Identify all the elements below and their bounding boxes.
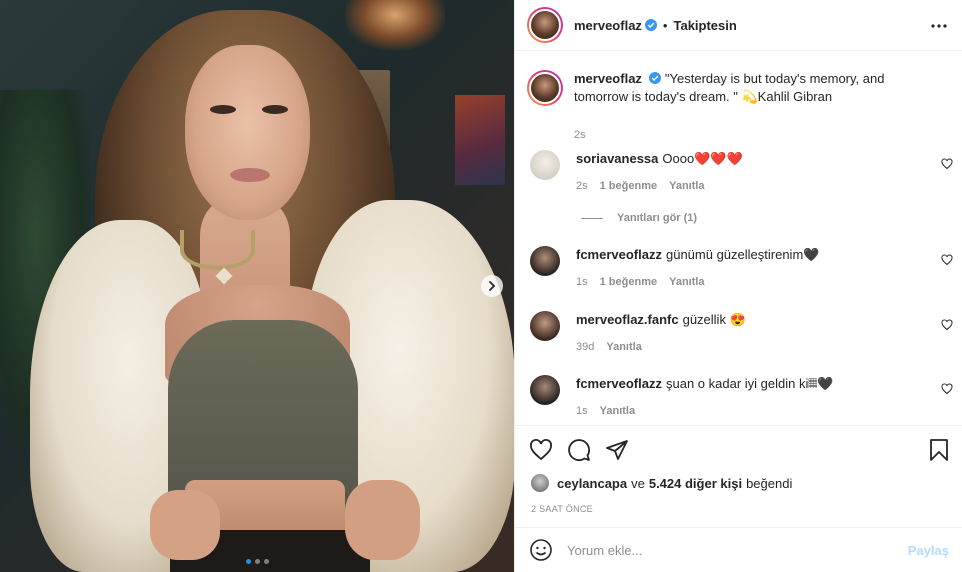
view-replies-label: Yanıtları gör (1): [617, 212, 698, 224]
photo-face: [185, 45, 310, 220]
caption-username[interactable]: merveoflaz: [574, 71, 642, 86]
comment-username[interactable]: fcmerveoflazz: [576, 247, 662, 262]
comment-meta: 1s Yanıtla: [576, 402, 933, 420]
comment-body: merveoflaz.fanfc güzellik 😍 39d Yanıtla: [576, 311, 953, 356]
likes-others[interactable]: 5.424 diğer kişi: [649, 476, 742, 491]
reply-button[interactable]: Yanıtla: [606, 338, 641, 356]
likes-suffix: beğendi: [746, 475, 793, 491]
comment-likes[interactable]: 1 beğenme: [600, 177, 657, 195]
emoji-icon[interactable]: [529, 538, 553, 562]
comment-body: soriavanessa Oooo❤️❤️❤️ 2s 1 beğenme Yanı…: [576, 150, 953, 195]
author-avatar-image: [529, 9, 561, 41]
photo-hand-left: [150, 490, 220, 560]
heart-icon[interactable]: [941, 158, 953, 170]
comment-username[interactable]: soriavanessa: [576, 151, 658, 166]
header-separator: •: [662, 17, 668, 33]
comment: fcmerveoflazz şuan o kadar iyi geldin ki𝄜…: [527, 375, 953, 420]
comment: fcmerveoflazz günümü güzelleştirenim🖤 1s …: [527, 246, 953, 291]
chevron-right-icon: [489, 281, 496, 291]
carousel-dot: [263, 559, 269, 564]
comment: merveoflaz.fanfc güzellik 😍 39d Yanıtla: [527, 311, 953, 356]
more-icon[interactable]: [929, 16, 949, 36]
share-icon[interactable]: [605, 438, 629, 462]
heart-icon[interactable]: [941, 383, 953, 395]
post-header: merveoflaz • Takiptesin: [515, 0, 962, 51]
comment: soriavanessa Oooo❤️❤️❤️ 2s 1 beğenme Yanı…: [527, 150, 953, 195]
comment-username[interactable]: fcmerveoflazz: [576, 376, 662, 391]
comment-text: Oooo❤️❤️❤️: [662, 151, 743, 166]
photo-lips: [230, 168, 270, 182]
photo-eye-right: [262, 105, 288, 114]
action-icons: [529, 438, 629, 462]
comment-body: fcmerveoflazz günümü güzelleştirenim🖤 1s …: [576, 246, 953, 291]
comment-body: fcmerveoflazz şuan o kadar iyi geldin ki𝄜…: [576, 375, 953, 420]
liker-username[interactable]: ceylancapa: [557, 476, 627, 491]
reply-button[interactable]: Yanıtla: [669, 177, 704, 195]
verified-icon: [644, 19, 657, 31]
comment-time[interactable]: 1s: [576, 402, 588, 420]
carousel-dot: [254, 559, 260, 564]
post-photo[interactable]: [0, 0, 514, 572]
comment-text: şuan o kadar iyi geldin ki𝄜🖤: [665, 376, 834, 391]
liker-avatar[interactable]: [531, 474, 549, 492]
verified-icon: [648, 72, 661, 84]
reply-button[interactable]: Yanıtla: [600, 402, 635, 420]
carousel-dot: [245, 559, 251, 564]
add-comment-bar: Paylaş: [515, 527, 962, 572]
comment-time[interactable]: 2s: [576, 177, 588, 195]
reply-button[interactable]: Yanıtla: [669, 273, 704, 291]
post-panel: merveoflaz • Takiptesin merveoflaz "Yest…: [514, 0, 962, 572]
necklace: [180, 230, 255, 270]
comment-meta: 1s 1 beğenme Yanıtla: [576, 273, 933, 291]
likes-summary: ceylancapa ve 5.424 diğer kişi beğendi: [531, 474, 796, 492]
photo-eye-left: [210, 105, 236, 114]
carousel-next-button[interactable]: [481, 275, 503, 297]
comment-avatar[interactable]: [530, 375, 560, 405]
post-comment-button[interactable]: Paylaş: [908, 543, 949, 558]
view-replies-button[interactable]: Yanıtları gör (1): [581, 212, 697, 224]
comment-avatar[interactable]: [530, 150, 560, 180]
comment-icon[interactable]: [567, 438, 591, 462]
background-painting: [455, 95, 505, 185]
comment-input[interactable]: [567, 542, 908, 558]
comments-section[interactable]: merveoflaz "Yesterday is but today's memo…: [515, 52, 962, 424]
following-button[interactable]: Takiptesin: [673, 18, 736, 33]
caption: merveoflaz "Yesterday is but today's memo…: [527, 70, 953, 144]
heart-icon[interactable]: [941, 319, 953, 331]
caption-avatar-image: [529, 72, 561, 104]
photo-hand-right: [345, 480, 420, 560]
author-avatar[interactable]: [527, 7, 563, 43]
caption-body: merveoflaz "Yesterday is but today's memo…: [563, 70, 953, 144]
comment-text: günümü güzelleştirenim🖤: [665, 247, 820, 262]
post-timestamp[interactable]: 2 SAAT ÖNCE: [531, 504, 593, 514]
comment-likes[interactable]: 1 beğenme: [600, 273, 657, 291]
bookmark-icon[interactable]: [927, 438, 951, 462]
comment-text: güzellik 😍: [682, 312, 746, 327]
replies-line: [581, 217, 603, 219]
caption-avatar[interactable]: [527, 70, 563, 106]
header-user: merveoflaz • Takiptesin: [574, 18, 737, 33]
instagram-post: merveoflaz • Takiptesin merveoflaz "Yest…: [0, 0, 962, 572]
background-lamp: [345, 0, 445, 50]
post-actions: ceylancapa ve 5.424 diğer kişi beğendi 2…: [515, 425, 962, 572]
comment-time[interactable]: 1s: [576, 273, 588, 291]
heart-icon[interactable]: [941, 254, 953, 266]
caption-time[interactable]: 2s: [574, 126, 933, 144]
comment-username[interactable]: merveoflaz.fanfc: [576, 312, 679, 327]
heart-icon[interactable]: [529, 438, 553, 462]
comment-avatar[interactable]: [530, 311, 560, 341]
author-username[interactable]: merveoflaz: [574, 18, 642, 33]
comment-time[interactable]: 39d: [576, 338, 594, 356]
comment-meta: 39d Yanıtla: [576, 338, 933, 356]
comment-avatar[interactable]: [530, 246, 560, 276]
likes-connector: ve: [631, 475, 645, 491]
comment-meta: 2s 1 beğenme Yanıtla: [576, 177, 933, 195]
carousel-dots: [0, 559, 514, 564]
